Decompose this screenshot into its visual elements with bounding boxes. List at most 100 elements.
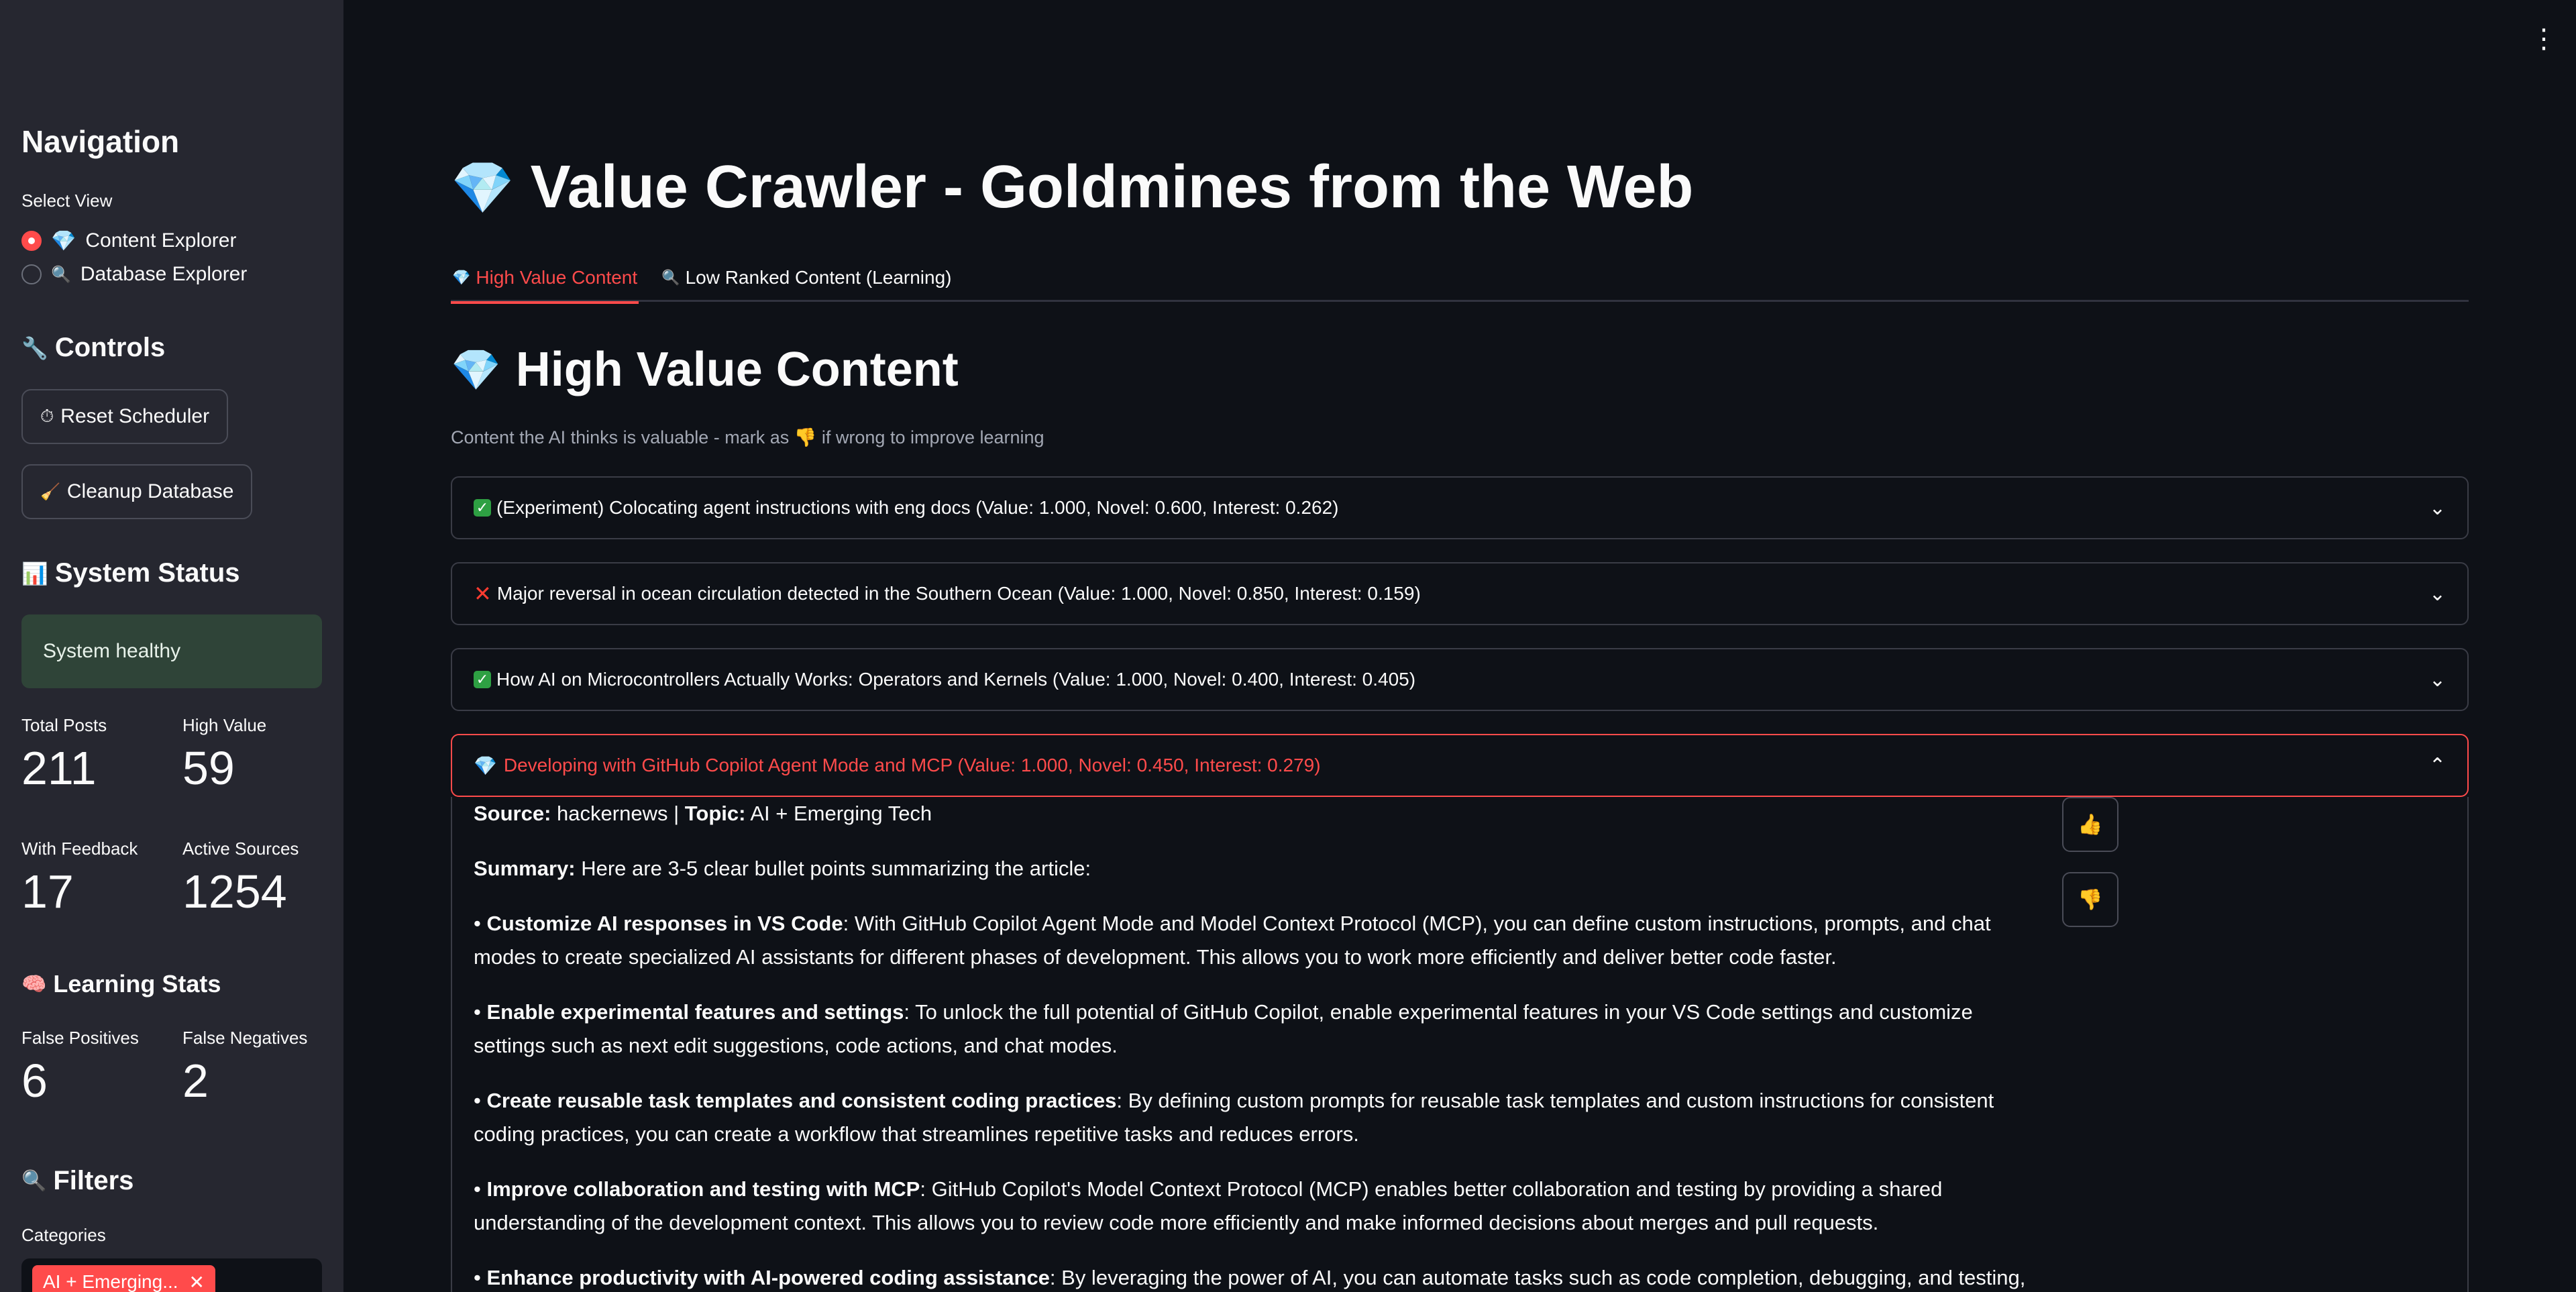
tab-high-value-content[interactable]: 💎 High Value Content xyxy=(451,254,639,304)
categories-label: Categories xyxy=(21,1225,106,1245)
expander-title: Major reversal in ocean circulation dete… xyxy=(496,583,1421,604)
bullet-title: Enhance productivity with AI-powered cod… xyxy=(486,1266,1050,1289)
cross-icon: ✕ xyxy=(474,582,492,606)
broom-icon: 🧹 xyxy=(40,482,60,501)
radio-content-explorer[interactable]: 💎 Content Explorer xyxy=(21,224,247,258)
sidebar: Navigation Select View 💎 Content Explore… xyxy=(0,0,343,1292)
metric-label: False Positives xyxy=(21,1028,139,1048)
categories-multiselect[interactable]: AI + Emerging... ✕ xyxy=(21,1258,322,1292)
metric-with-feedback: With Feedback 17 xyxy=(21,839,138,918)
magnifier-icon: 🔍 xyxy=(661,269,680,286)
bar-chart-icon: 📊 xyxy=(21,561,48,586)
timer-icon: ⏱ xyxy=(40,406,54,426)
reset-scheduler-label: Reset Scheduler xyxy=(60,405,210,427)
learning-stats-title: 🧠 Learning Stats xyxy=(21,970,221,998)
summary-bullet: • Enable experimental features and setti… xyxy=(474,1000,1973,1057)
summary-bullet: • Enhance productivity with AI-powered c… xyxy=(474,1261,2037,1292)
topic-label: Topic: xyxy=(684,802,746,825)
bullet-title: Improve collaboration and testing with M… xyxy=(486,1177,920,1201)
system-status-title: 📊 System Status xyxy=(21,558,240,588)
expander-title: How AI on Microcontrollers Actually Work… xyxy=(496,669,1416,690)
category-chip-label: AI + Emerging... xyxy=(43,1271,178,1292)
section-title-text: High Value Content xyxy=(515,343,959,396)
metric-active-sources: Active Sources 1254 xyxy=(182,839,299,918)
radio-database-explorer[interactable]: 🔍 Database Explorer xyxy=(21,258,247,291)
check-icon: ✓ xyxy=(474,671,491,688)
section-title: 💎 High Value Content xyxy=(451,342,959,397)
thumbs-up-button[interactable]: 👍 xyxy=(2062,797,2118,852)
source-value: hackernews xyxy=(557,802,668,825)
metric-value: 1254 xyxy=(182,865,287,918)
section-caption: Content the AI thinks is valuable - mark… xyxy=(451,427,1044,448)
filters-title-text: Filters xyxy=(53,1166,134,1195)
tab-label: Low Ranked Content (Learning) xyxy=(685,267,952,288)
thumbs-up-icon: 👍 xyxy=(2078,813,2103,836)
metric-label: With Feedback xyxy=(21,839,138,859)
radio-unselected-icon[interactable] xyxy=(21,264,42,284)
category-chip[interactable]: AI + Emerging... ✕ xyxy=(32,1265,216,1292)
metric-label: False Negatives xyxy=(182,1028,308,1048)
radio-selected-icon[interactable] xyxy=(21,231,42,251)
bullet-title: Create reusable task templates and consi… xyxy=(486,1089,1117,1112)
chevron-up-icon: ⌃ xyxy=(2428,754,2446,777)
page-title-text: Value Crawler - Goldmines from the Web xyxy=(530,154,1694,221)
system-status-text: System healthy xyxy=(43,640,181,662)
cleanup-database-label: Cleanup Database xyxy=(66,480,234,502)
summary-line: Summary: Here are 3-5 clear bullet point… xyxy=(474,852,2037,885)
controls-title: 🔧 Controls xyxy=(21,333,165,363)
select-view-label: Select View xyxy=(21,191,113,211)
metric-value: 2 xyxy=(182,1055,209,1107)
summary-intro: Here are 3-5 clear bullet points summari… xyxy=(581,857,1091,880)
bullet-title: Enable experimental features and setting… xyxy=(486,1000,904,1024)
article-details: Source: hackernews | Topic: AI + Emergin… xyxy=(474,797,2037,1292)
cleanup-database-button[interactable]: 🧹 Cleanup Database xyxy=(21,464,253,519)
system-status-box: System healthy xyxy=(21,614,322,688)
main-menu-icon[interactable]: ⋮ xyxy=(2530,25,2557,52)
gem-icon: 💎 xyxy=(451,159,515,217)
wrench-icon: 🔧 xyxy=(21,335,48,360)
expander-item-open[interactable]: 💎 Developing with GitHub Copilot Agent M… xyxy=(451,734,2469,797)
check-icon: ✓ xyxy=(474,499,491,517)
summary-bullet: • Customize AI responses in VS Code: Wit… xyxy=(474,912,1991,969)
gem-icon: 💎 xyxy=(51,229,76,252)
gem-icon: 💎 xyxy=(451,347,501,392)
magnifier-icon: 🔍 xyxy=(51,265,71,284)
system-status-title-text: System Status xyxy=(54,558,240,588)
close-icon[interactable]: ✕ xyxy=(189,1271,205,1292)
source-label: Source: xyxy=(474,802,551,825)
metric-label: Total Posts xyxy=(21,715,107,735)
learning-stats-title-text: Learning Stats xyxy=(53,970,221,998)
reset-scheduler-button[interactable]: ⏱ Reset Scheduler xyxy=(21,389,229,444)
magnifier-icon: 🔍 xyxy=(21,1170,47,1192)
metric-total-posts: Total Posts 211 xyxy=(21,715,107,795)
metric-value: 6 xyxy=(21,1055,48,1107)
thumbs-down-icon: 👎 xyxy=(794,427,817,447)
thumbs-down-button[interactable]: 👎 xyxy=(2062,872,2118,927)
bullet-title: Customize AI responses in VS Code xyxy=(486,912,843,935)
metric-value: 211 xyxy=(21,742,97,794)
expander-item[interactable]: ✓ (Experiment) Colocating agent instruct… xyxy=(451,476,2469,539)
caption-pre: Content the AI thinks is valuable - mark… xyxy=(451,427,790,447)
radio-label: Database Explorer xyxy=(80,263,248,285)
caption-post: if wrong to improve learning xyxy=(821,427,1044,447)
summary-bullet: • Create reusable task templates and con… xyxy=(474,1089,1994,1146)
expander-item[interactable]: ✓ How AI on Microcontrollers Actually Wo… xyxy=(451,648,2469,711)
page-title: 💎 Value Crawler - Goldmines from the Web xyxy=(451,153,1693,222)
filters-title: 🔍 Filters xyxy=(21,1166,133,1196)
source-line: Source: hackernews | Topic: AI + Emergin… xyxy=(474,802,932,825)
chevron-down-icon: ⌄ xyxy=(2428,582,2446,605)
expander-item[interactable]: ✕ Major reversal in ocean circulation de… xyxy=(451,562,2469,625)
topic-value: AI + Emerging Tech xyxy=(750,802,932,825)
tab-low-ranked-content[interactable]: 🔍 Low Ranked Content (Learning) xyxy=(660,254,953,302)
metric-value: 59 xyxy=(182,742,235,794)
metric-label: Active Sources xyxy=(182,839,299,859)
expander-title: (Experiment) Colocating agent instructio… xyxy=(496,497,1339,518)
metric-high-value: High Value 59 xyxy=(182,715,266,795)
metric-false-negatives: False Negatives 2 xyxy=(182,1028,307,1108)
metric-false-positives: False Positives 6 xyxy=(21,1028,139,1108)
metric-label: High Value xyxy=(182,715,267,735)
controls-title-text: Controls xyxy=(54,333,166,362)
gem-icon: 💎 xyxy=(474,755,497,776)
tab-bar: 💎 High Value Content 🔍 Low Ranked Conten… xyxy=(451,254,2469,304)
thumbs-down-icon: 👎 xyxy=(2078,888,2103,911)
